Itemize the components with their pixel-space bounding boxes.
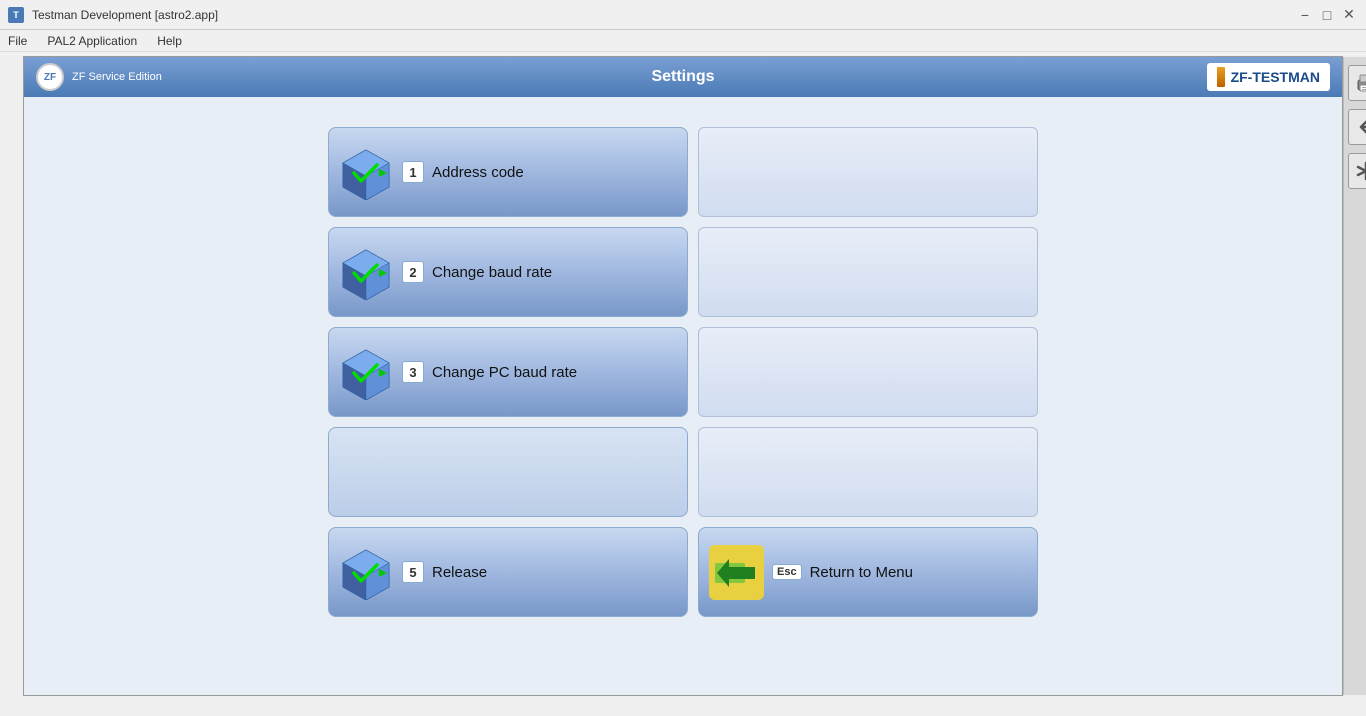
app-header: ZF ZF Service Edition Settings ZF-TESTMA… [24,57,1342,97]
button-grid: 1 Address code 2 Change baud [328,127,1038,617]
minimize-button[interactable]: − [1296,6,1314,24]
header-title: Settings [651,68,714,86]
info-panel-3 [698,327,1038,417]
info-panel-2 [698,227,1038,317]
esc-badge: Esc [772,564,802,580]
menu-file[interactable]: File [4,32,31,50]
header-left: ZF ZF Service Edition [36,63,162,91]
num-badge-1: 1 [402,161,424,183]
zf-testman-logo: ZF-TESTMAN [1207,63,1330,91]
cube-icon-2 [339,245,394,300]
info-panel-1 [698,127,1038,217]
btn-empty-4 [328,427,688,517]
maximize-button[interactable]: □ [1318,6,1336,24]
btn-label-pc-baud-rate: Change PC baud rate [432,364,677,381]
title-bar: T Testman Development [astro2.app] − □ ✕ [0,0,1366,30]
cube-icon-3 [339,345,394,400]
zf-testman-text: ZF-TESTMAN [1231,69,1320,85]
menu-pal2[interactable]: PAL2 Application [43,32,141,50]
title-bar-left: T Testman Development [astro2.app] [8,7,218,23]
asterisk-button[interactable] [1348,153,1366,189]
back-button[interactable] [1348,109,1366,145]
zf-logo: ZF [36,63,64,91]
menu-help[interactable]: Help [153,32,186,50]
num-badge-3: 3 [402,361,424,383]
cube-icon-1 [339,145,394,200]
window-controls[interactable]: − □ ✕ [1296,6,1358,24]
app-icon: T [8,7,24,23]
right-sidebar [1343,57,1366,695]
logo-stripe [1217,67,1225,87]
btn-label-release: Release [432,564,677,581]
btn-address-code[interactable]: 1 Address code [328,127,688,217]
btn-pc-baud-rate[interactable]: 3 Change PC baud rate [328,327,688,417]
btn-return-to-menu[interactable]: Esc Return to Menu [698,527,1038,617]
print-button[interactable] [1348,65,1366,101]
btn-release[interactable]: 5 Release [328,527,688,617]
menu-bar: File PAL2 Application Help [0,30,1366,52]
btn-label-baud-rate: Change baud rate [432,264,677,281]
num-badge-2: 2 [402,261,424,283]
window-title: Testman Development [astro2.app] [32,8,218,22]
num-badge-5: 5 [402,561,424,583]
app-window: ZF ZF Service Edition Settings ZF-TESTMA… [23,56,1343,696]
main-content: 1 Address code 2 Change baud [24,97,1342,695]
info-panel-4 [698,427,1038,517]
btn-label-return-menu: Return to Menu [810,564,1027,581]
btn-label-address-code: Address code [432,164,677,181]
esc-icon-box [709,545,764,600]
header-subtitle: ZF Service Edition [72,71,162,83]
close-button[interactable]: ✕ [1340,6,1358,24]
cube-icon-5 [339,545,394,600]
btn-baud-rate[interactable]: 2 Change baud rate [328,227,688,317]
